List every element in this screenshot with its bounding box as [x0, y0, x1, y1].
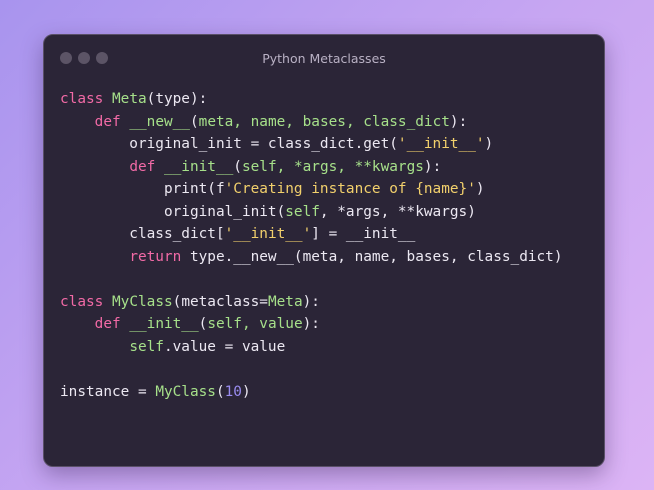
code-token: __init__ [163, 158, 234, 175]
window-title: Python Metaclasses [262, 51, 386, 66]
code-line: def __init__(self, *args, **kwargs): [60, 156, 563, 179]
code-token: ) [475, 181, 485, 197]
code-token: def [129, 158, 156, 175]
code-line: class_dict['__init__'] = __init__ [60, 223, 563, 246]
code-line: instance = MyClass(10) [60, 381, 563, 404]
code-line: class MyClass(metaclass=Meta): [60, 291, 563, 314]
code-token: ): [302, 293, 320, 310]
code-token: , *args, **kwargs) [319, 203, 476, 220]
code-token: __init__ [129, 316, 199, 332]
code-token: .value = value [163, 338, 286, 355]
code-token: '__init__' [397, 136, 485, 152]
code-token: ) [241, 383, 251, 400]
code-token: original_init = class_dict.get( [60, 136, 398, 152]
code-token: MyClass [155, 383, 216, 400]
code-token: ] = __init__ [311, 226, 416, 242]
code-token: ) [484, 136, 494, 152]
code-token: return [129, 248, 182, 265]
code-token: self [129, 338, 164, 355]
code-token: def [94, 113, 121, 130]
code-token: ): [449, 113, 468, 130]
code-token: ( [189, 113, 199, 130]
code-token: ( [233, 158, 242, 175]
code-token: original_init( [60, 203, 286, 220]
code-token: 10 [224, 383, 242, 400]
code-token: meta, name, bases, class_dict [198, 113, 450, 130]
code-token: '__init__' [224, 226, 312, 242]
code-line: class Meta(type): [60, 88, 563, 111]
code-block: class Meta(type): def __new__(meta, name… [60, 88, 563, 403]
code-token: def [94, 316, 121, 332]
code-token: MyClass [112, 293, 173, 310]
code-line: print(f'Creating instance of {name}') [60, 178, 563, 201]
code-window: Python Metaclasses class Meta(type): def… [43, 34, 605, 467]
code-token: ( [215, 383, 225, 400]
code-line: def __new__(meta, name, bases, class_dic… [60, 111, 563, 134]
code-line: def __init__(self, value): [60, 313, 563, 336]
code-token: self [285, 203, 320, 220]
code-token: 'Creating instance of {name}' [224, 181, 476, 197]
code-token: __new__ [129, 113, 190, 130]
code-token: class [60, 91, 104, 107]
code-token: ): [423, 158, 442, 175]
code-token: Meta [267, 293, 303, 310]
code-token: class [60, 293, 104, 310]
code-token: class_dict[ [60, 226, 225, 242]
code-token: ): [302, 316, 320, 332]
code-token: type.__new__(meta, name, bases, class_di… [181, 248, 563, 265]
code-line: original_init = class_dict.get('__init__… [60, 133, 563, 156]
code-token: self, *args, **kwargs [241, 158, 424, 175]
code-token: instance = [60, 383, 156, 400]
code-token: self, value [207, 316, 303, 332]
code-token: ( [198, 316, 208, 332]
code-token: print(f [60, 181, 225, 197]
title-bar: Python Metaclasses [44, 35, 604, 80]
code-token: (metaclass= [172, 293, 268, 310]
code-token: (type): [146, 91, 208, 107]
code-line: self.value = value [60, 336, 563, 359]
code-line: original_init(self, *args, **kwargs) [60, 201, 563, 224]
code-token: Meta [112, 91, 147, 107]
code-line: return type.__new__(meta, name, bases, c… [60, 246, 563, 269]
